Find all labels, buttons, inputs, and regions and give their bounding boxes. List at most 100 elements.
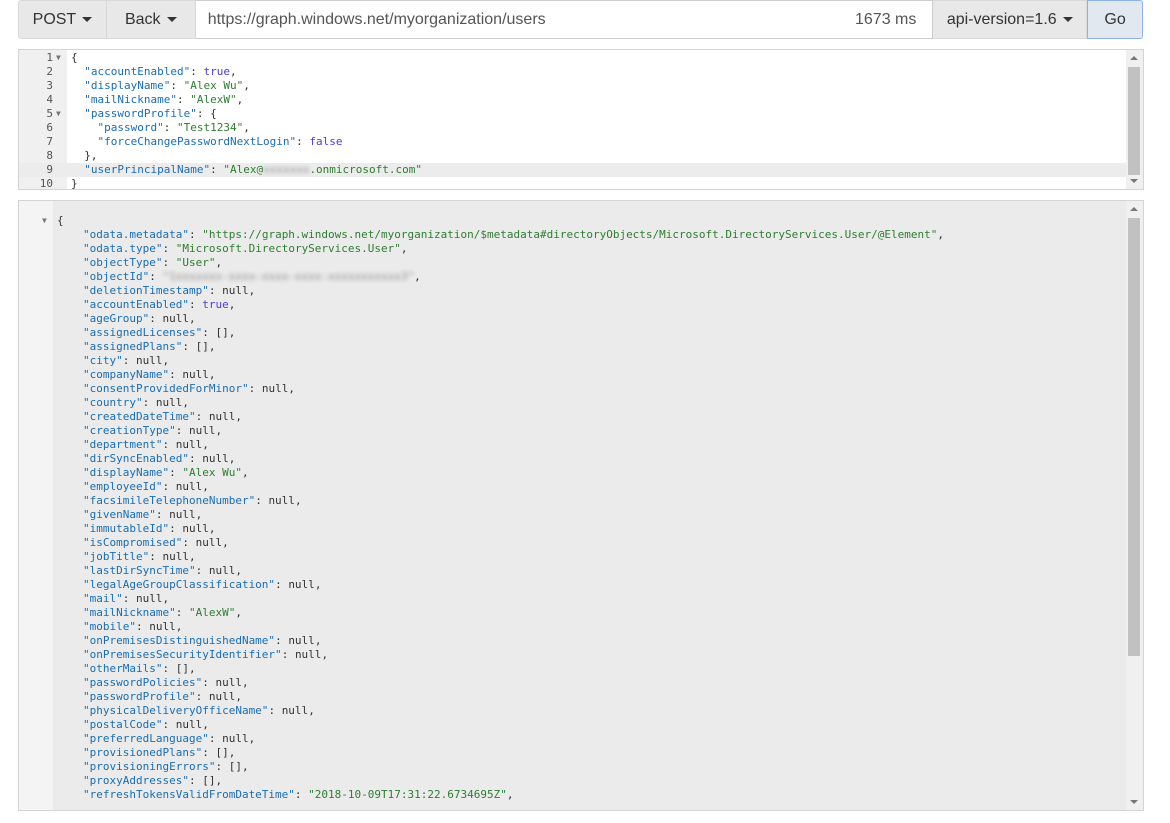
json-value: "Alex Wu"	[182, 466, 242, 479]
code-line[interactable]: "createdDateTime": null,	[19, 410, 1126, 424]
scroll-up-icon[interactable]	[1130, 56, 1138, 60]
json-value: "2018-10-09T17:31:22.6734695Z"	[308, 788, 507, 801]
url-input[interactable]	[195, 1, 855, 38]
code-line[interactable]: "accountEnabled": true,	[19, 298, 1126, 312]
code-line[interactable]: 6 "password": "Test1234",	[19, 121, 1126, 135]
scroll-thumb[interactable]	[1128, 67, 1140, 175]
line-number: 10	[39, 177, 53, 190]
json-punct: :	[163, 121, 177, 134]
scroll-down-icon[interactable]	[1130, 179, 1138, 183]
json-colon: :	[202, 746, 216, 759]
api-version-dropdown[interactable]: api-version=1.6	[933, 0, 1088, 39]
code-line[interactable]: "odata.metadata": "https://graph.windows…	[19, 228, 1126, 242]
response-code[interactable]: ▼{"odata.metadata": "https://graph.windo…	[19, 214, 1126, 802]
code-line[interactable]: "assignedLicenses": [],	[19, 326, 1126, 340]
code-line[interactable]: "jobTitle": null,	[19, 550, 1126, 564]
code-text: "ageGroup": null,	[83, 312, 196, 326]
code-line[interactable]: "deletionTimestamp": null,	[19, 284, 1126, 298]
fold-arrow-icon[interactable]: ▼	[56, 51, 61, 65]
json-key: "passwordPolicies"	[83, 676, 203, 689]
code-line[interactable]: "otherMails": [],	[19, 662, 1126, 676]
code-line[interactable]: "odata.type": "Microsoft.DirectoryServic…	[19, 242, 1126, 256]
code-line[interactable]: "onPremisesSecurityIdentifier": null,	[19, 648, 1126, 662]
code-text: "creationType": null,	[83, 424, 222, 438]
api-version-label: api-version=1.6	[946, 10, 1057, 28]
code-line[interactable]: "mailNickname": "AlexW",	[19, 606, 1126, 620]
json-value: .onmicrosoft.com"	[309, 163, 423, 176]
code-line[interactable]: "assignedPlans": [],	[19, 340, 1126, 354]
code-line[interactable]: "lastDirSyncTime": null,	[19, 564, 1126, 578]
json-key: "refreshTokensValidFromDateTime"	[83, 788, 295, 801]
code-line[interactable]: 3 "displayName": "Alex Wu",	[19, 79, 1126, 93]
code-line[interactable]: "displayName": "Alex Wu",	[19, 466, 1126, 480]
code-text: "onPremisesSecurityIdentifier": null,	[83, 648, 328, 662]
scroll-thumb[interactable]	[1128, 218, 1140, 656]
code-line[interactable]: "ageGroup": null,	[19, 312, 1126, 326]
scroll-down-icon[interactable]	[1130, 800, 1138, 804]
json-colon: :	[208, 284, 223, 297]
fold-arrow-icon[interactable]: ▼	[42, 214, 47, 228]
code-line[interactable]: "dirSyncEnabled": null,	[19, 452, 1126, 466]
code-line[interactable]: 1 ▼ {	[19, 51, 1126, 65]
code-line[interactable]: 8 },	[19, 149, 1126, 163]
go-button[interactable]: Go	[1087, 0, 1144, 39]
back-dropdown[interactable]: Back	[106, 0, 196, 39]
code-line[interactable]: "onPremisesDistinguishedName": null,	[19, 634, 1126, 648]
response-viewer[interactable]: ▼{"odata.metadata": "https://graph.windo…	[18, 200, 1144, 811]
code-line[interactable]: 4 "mailNickname": "AlexW",	[19, 93, 1126, 107]
code-line[interactable]: "consentProvidedForMinor": null,	[19, 382, 1126, 396]
code-line[interactable]: "physicalDeliveryOfficeName": null,	[19, 704, 1126, 718]
code-line[interactable]: "postalCode": null,	[19, 718, 1126, 732]
json-comma: ,	[215, 424, 223, 437]
code-line[interactable]: "passwordProfile": null,	[19, 690, 1126, 704]
code-line[interactable]: "immutableId": null,	[19, 522, 1126, 536]
code-line[interactable]: "facsimileTelephoneNumber": null,	[19, 494, 1126, 508]
code-line[interactable]: 5 ▼ "passwordProfile": {	[19, 107, 1126, 121]
code-line[interactable]: "employeeId": null,	[19, 480, 1126, 494]
request-body-editor[interactable]: 1 ▼{2 "accountEnabled": true, 3 "displayNa…	[18, 49, 1144, 190]
code-line[interactable]: 9 "userPrincipalName": "Alex@xxxxxxx.onm…	[19, 163, 1126, 177]
json-colon: :	[275, 578, 289, 591]
code-line[interactable]: "objectType": "User",	[19, 256, 1126, 270]
code-line[interactable]: "mail": null,	[19, 592, 1126, 606]
code-line[interactable]: 2 "accountEnabled": true,	[19, 65, 1126, 79]
json-punct: :	[210, 163, 224, 176]
method-dropdown[interactable]: POST	[18, 0, 107, 39]
code-line[interactable]: "companyName": null,	[19, 368, 1126, 382]
code-line[interactable]: "givenName": null,	[19, 508, 1126, 522]
json-key: "onPremisesDistinguishedName"	[83, 634, 276, 647]
code-line[interactable]: ▼{	[19, 214, 1126, 228]
code-line[interactable]: "passwordPolicies": null,	[19, 676, 1126, 690]
request-scrollbar[interactable]	[1126, 50, 1143, 189]
json-comma: ,	[288, 382, 295, 395]
code-line[interactable]: "department": null,	[19, 438, 1126, 452]
line-number: 4	[46, 93, 53, 106]
code-line[interactable]: "country": null,	[19, 396, 1126, 410]
code-line[interactable]: 10}	[19, 177, 1126, 190]
json-key: "physicalDeliveryOfficeName"	[83, 704, 269, 717]
fold-arrow-icon[interactable]: ▼	[56, 107, 61, 121]
json-key: "mobile"	[83, 620, 136, 633]
code-line[interactable]: "creationType": null,	[19, 424, 1126, 438]
code-line[interactable]: 7 "forceChangePasswordNextLogin": false	[19, 135, 1126, 149]
json-key: "mailNickname"	[71, 93, 177, 106]
code-text: "createdDateTime": null,	[83, 410, 242, 424]
code-line[interactable]: "mobile": null,	[19, 620, 1126, 634]
code-line[interactable]: "provisioningErrors": [],	[19, 760, 1126, 774]
json-key: "legalAgeGroupClassification"	[83, 578, 276, 591]
code-line[interactable]: "objectId": "1xxxxxxx-xxxx-xxxx-xxxx-xxx…	[19, 270, 1126, 284]
json-value: null	[188, 424, 216, 437]
code-line[interactable]: "provisionedPlans": [],	[19, 746, 1126, 760]
code-line[interactable]: "proxyAddresses": [],	[19, 774, 1126, 788]
code-text: "legalAgeGroupClassification": null,	[83, 578, 321, 592]
code-line[interactable]: "isCompromised": null,	[19, 536, 1126, 550]
code-line[interactable]: "refreshTokensValidFromDateTime": "2018-…	[19, 788, 1126, 802]
line-number: 8	[46, 149, 53, 162]
response-scrollbar[interactable]	[1126, 201, 1143, 810]
code-line[interactable]: "city": null,	[19, 354, 1126, 368]
request-code[interactable]: 1 ▼{2 "accountEnabled": true, 3 "displayNa…	[19, 51, 1126, 190]
scroll-up-icon[interactable]	[1130, 207, 1138, 211]
line-number: 7	[46, 135, 53, 148]
code-line[interactable]: "preferredLanguage": null,	[19, 732, 1126, 746]
code-line[interactable]: "legalAgeGroupClassification": null,	[19, 578, 1126, 592]
